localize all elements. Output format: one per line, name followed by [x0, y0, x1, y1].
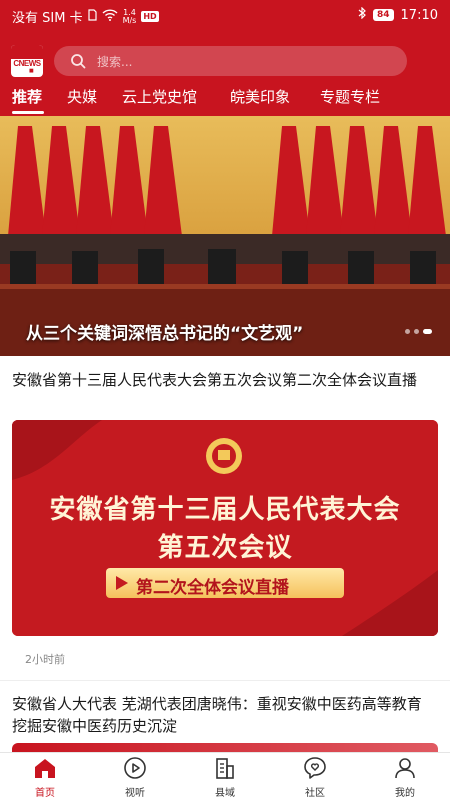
- search-placeholder: 搜索...: [97, 55, 133, 69]
- nav-county-label: 县域: [215, 788, 235, 799]
- nav-video-label: 视听: [125, 788, 145, 799]
- divider: [0, 680, 450, 681]
- image-headline-2: 第五次会议: [157, 533, 293, 563]
- carousel-dot-active[interactable]: [423, 329, 432, 334]
- article-image[interactable]: 安徽省第十三届人民代表大会 第五次会议 第二次全体会议直播: [12, 420, 438, 636]
- nav-home-label: 首页: [35, 788, 55, 799]
- logo-text: CNEWS: [13, 59, 41, 68]
- nav-community[interactable]: 社区: [270, 753, 360, 800]
- carousel-indicator: [405, 329, 432, 334]
- image-headline-1: 安徽省第十三届人民代表大会: [49, 495, 401, 525]
- network-speed: 1.4 M/s: [122, 8, 137, 25]
- nav-profile-label: 我的: [395, 788, 415, 799]
- category-tabs: 推荐 央媒 云上党史馆 皖美印象 专题专栏: [0, 84, 450, 116]
- building-icon: [216, 758, 234, 779]
- live-stream-button[interactable]: 第二次全体会议直播: [106, 568, 344, 598]
- article-title[interactable]: 安徽省第十三届人民代表大会第五次会议第二次全体会议直播: [12, 369, 437, 391]
- play-icon: [116, 576, 128, 590]
- wifi-icon: [102, 8, 118, 25]
- user-icon: [395, 758, 415, 779]
- app-header: 没有 SIM 卡 1.4 M/s HD 84 17:10 CNEWS ■ 搜索.…: [0, 0, 450, 116]
- home-icon: [35, 759, 55, 778]
- sim-icon: [87, 8, 97, 25]
- battery-icon: 84: [373, 9, 394, 21]
- article-timestamp: 2小时前: [25, 653, 65, 666]
- status-bar: 没有 SIM 卡 1.4 M/s HD 84 17:10: [0, 0, 450, 30]
- tab-recommend[interactable]: 推荐: [12, 86, 42, 107]
- carousel-dot[interactable]: [405, 329, 410, 334]
- logo-mark: ■: [29, 68, 34, 74]
- live-stream-label: 第二次全体会议直播: [136, 578, 289, 598]
- nav-community-label: 社区: [305, 788, 325, 799]
- nav-county[interactable]: 县域: [180, 753, 270, 800]
- tab-special-topics[interactable]: 专题专栏: [320, 86, 380, 107]
- featured-banner[interactable]: 从三个关键词深悟总书记的“文艺观”: [0, 116, 450, 356]
- tab-anhui-impression[interactable]: 皖美印象: [230, 86, 290, 107]
- app-logo: CNEWS ■: [11, 45, 43, 77]
- active-tab-indicator: [12, 111, 44, 114]
- search-bar[interactable]: 搜索...: [54, 46, 407, 76]
- nav-profile[interactable]: 我的: [360, 753, 450, 800]
- tab-party-history[interactable]: 云上党史馆: [122, 86, 197, 107]
- chat-heart-icon: [304, 757, 326, 779]
- search-icon: [70, 53, 86, 73]
- nav-home[interactable]: 首页: [0, 753, 90, 800]
- clock: 17:10: [400, 7, 438, 23]
- bottom-nav: 首页 视听 县域 社区 我的: [0, 752, 450, 800]
- hd-icon: HD: [141, 11, 159, 22]
- banner-caption: 从三个关键词深悟总书记的“文艺观”: [26, 324, 304, 344]
- carrier-label: 没有 SIM 卡: [12, 11, 83, 26]
- article-title[interactable]: 安徽省人大代表 芜湖代表团唐晓伟：重视安徽中医药高等教育 挖掘安徽中医药历史沉淀: [12, 693, 437, 737]
- play-icon: [124, 757, 146, 779]
- tab-central-media[interactable]: 央媒: [67, 86, 97, 107]
- bluetooth-icon: [358, 6, 366, 23]
- speed-unit: M/s: [122, 15, 137, 25]
- carousel-dot[interactable]: [414, 329, 419, 334]
- nav-video[interactable]: 视听: [90, 753, 180, 800]
